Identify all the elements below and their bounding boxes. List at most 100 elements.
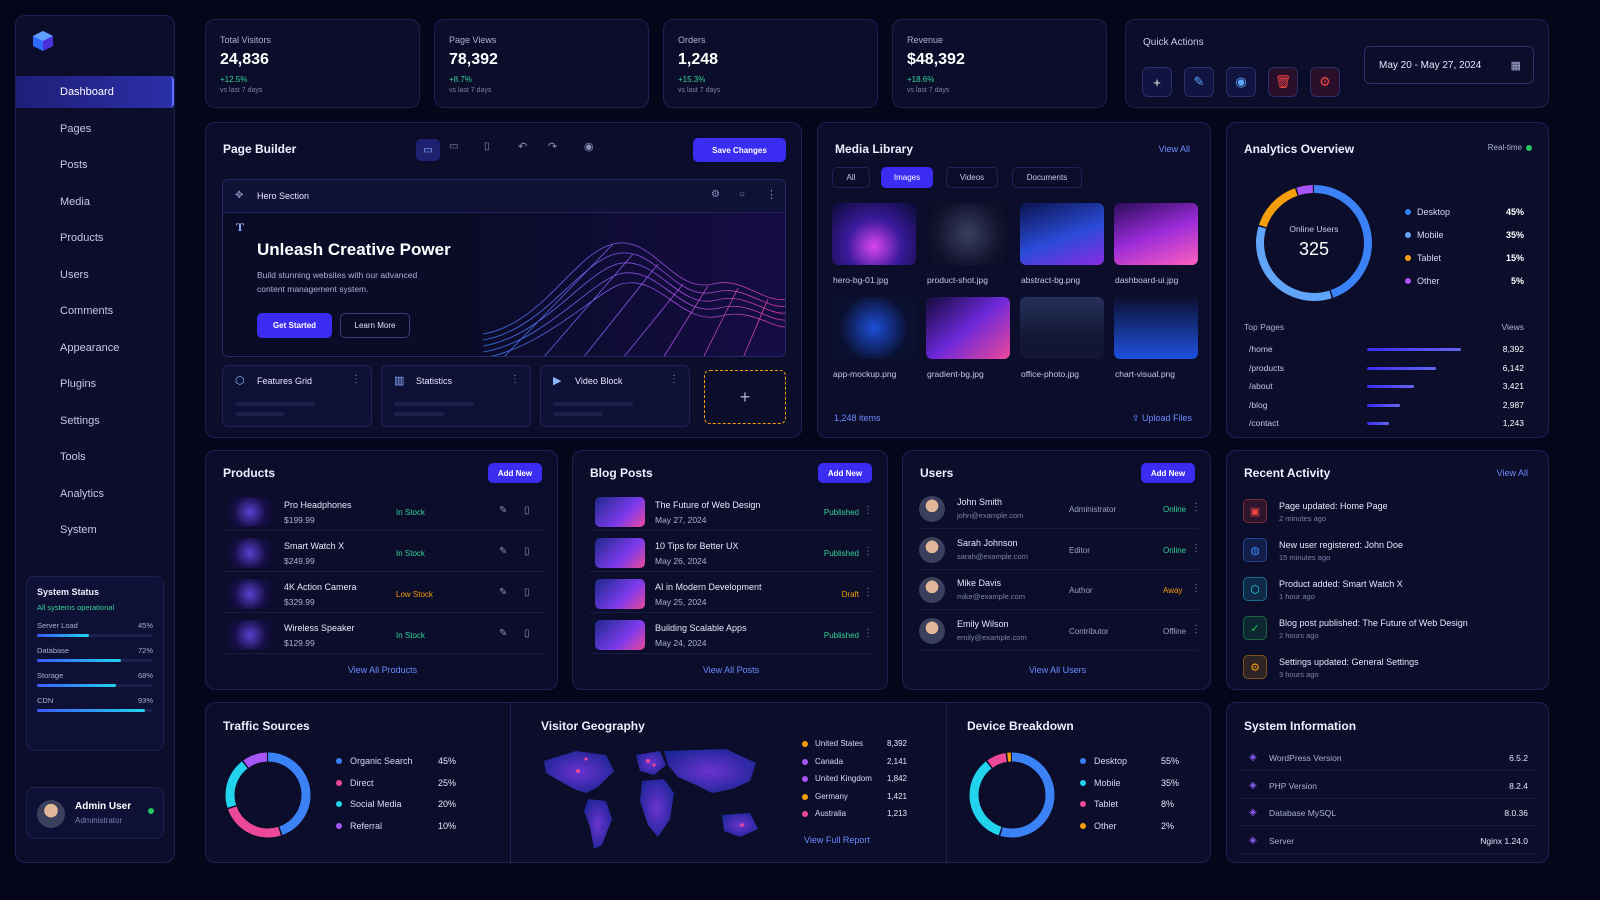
sidebar-item-appearance[interactable]: Appearance [16,332,174,364]
media-thumbnail-6[interactable] [926,297,1010,359]
more-icon[interactable]: ⋮ [1191,624,1201,635]
sidebar-item-users[interactable]: Users [16,259,174,291]
media-thumbnail-5[interactable] [832,297,916,359]
tablet-view-icon[interactable]: ▭ [449,141,458,152]
user-row[interactable]: Emily Wilson emily@example.com Contributor… [919,613,1201,651]
get-started-button[interactable]: Get Started [257,313,332,338]
view-full-report-link[interactable]: View Full Report [804,835,870,845]
user-row[interactable]: Sarah Johnson sarah@example.com Editor Onli… [919,532,1201,570]
user-row[interactable]: John Smith john@example.com Administrator O… [919,491,1201,529]
activity-text[interactable]: Settings updated: General Settings [1279,657,1419,667]
sidebar-item-settings[interactable]: Settings [16,405,174,437]
add-post-button[interactable]: Add New [818,463,872,483]
eye-icon[interactable]: ◉ [1226,67,1256,97]
sidebar-item-analytics[interactable]: Analytics [16,478,174,510]
product-row[interactable]: Pro Headphones $199.99 In Stock ✎ ▯ [222,493,543,531]
date-range-picker[interactable]: May 20 - May 27, 2024 ▦ [1364,46,1534,84]
block-more-icon[interactable]: ⋮ [669,374,679,385]
settings-icon[interactable]: ⚙ [1310,67,1340,97]
blog-post-row[interactable]: 10 Tips for Better UX May 26, 2024 Publish… [589,534,875,572]
product-row[interactable]: 4K Action Camera $329.99 Low Stock ✎ ▯ [222,575,543,613]
top-page-path[interactable]: /contact [1249,418,1279,428]
media-thumbnail-8[interactable] [1114,297,1198,359]
edit-icon[interactable]: ✎ [499,587,507,598]
media-thumbnail-7[interactable] [1020,297,1104,359]
sidebar-item-posts[interactable]: Posts [16,149,174,181]
top-page-path[interactable]: /about [1249,381,1273,391]
edit-icon[interactable]: ✎ [1184,67,1214,97]
block-features-grid[interactable]: ⬡ Features Grid ⋮ [222,365,372,427]
more-icon[interactable]: ⋮ [863,628,873,639]
block-more-icon[interactable]: ⋮ [510,374,520,385]
undo-icon[interactable]: ↶ [518,140,527,153]
sidebar-item-pages[interactable]: Pages [16,113,174,145]
delete-icon[interactable]: ▯ [524,546,530,557]
product-row[interactable]: Smart Watch X $249.99 In Stock ✎ ▯ [222,534,543,572]
block-more-icon[interactable]: ⋮ [766,188,777,201]
media-thumbnail-1[interactable] [832,203,916,265]
media-tab-images[interactable]: Images [881,167,933,188]
media-tab-videos[interactable]: Videos [946,167,998,188]
learn-more-button[interactable]: Learn More [340,313,410,338]
block-statistics[interactable]: ▥ Statistics ⋮ [381,365,531,427]
sidebar-item-system[interactable]: System [16,514,174,546]
current-user-card[interactable]: Admin User Administrator [26,787,164,839]
edit-icon[interactable]: ✎ [499,628,507,639]
upload-files-button[interactable]: ⇪ Upload Files [1132,413,1192,424]
trash-icon[interactable]: 🗑 [1268,67,1298,97]
more-icon[interactable]: ⋮ [863,587,873,598]
more-icon[interactable]: ⋮ [1191,543,1201,554]
block-video-block[interactable]: ▶ Video Block ⋮ [540,365,690,427]
add-icon[interactable]: + [1142,67,1172,97]
stat-card-page-views[interactable]: Page Views 78,392 +8.7% vs last 7 days [434,19,649,108]
top-page-path[interactable]: /products [1249,363,1284,373]
view-all-posts-link[interactable]: View All Posts [573,665,889,675]
sidebar-item-tools[interactable]: Tools [16,441,174,473]
text-tool-icon[interactable]: T [236,220,244,235]
blog-post-row[interactable]: Building Scalable Apps May 24, 2024 Publis… [589,616,875,654]
hero-section-block[interactable]: ✥ Hero Section ⚙ ○ ⋮ T Unleash Creative … [222,179,786,357]
sidebar-item-dashboard[interactable]: Dashboard [16,76,174,108]
stat-card-orders[interactable]: Orders 1,248 +15.3% vs last 7 days [663,19,878,108]
stat-card-total-visitors[interactable]: Total Visitors 24,836 +12.5% vs last 7 days [205,19,420,108]
media-thumbnail-4[interactable] [1114,203,1198,265]
user-row[interactable]: Mike Davis mike@example.com Author Away ⋮ [919,572,1201,610]
more-icon[interactable]: ⋮ [863,505,873,516]
add-block-button[interactable]: + [704,370,786,424]
product-row[interactable]: Wireless Speaker $129.99 In Stock ✎ ▯ [222,616,543,654]
sidebar-item-products[interactable]: Products [16,222,174,254]
block-more-icon[interactable]: ⋮ [351,374,361,385]
sidebar-item-plugins[interactable]: Plugins [16,368,174,400]
delete-icon[interactable]: ▯ [524,587,530,598]
top-page-path[interactable]: /blog [1249,400,1267,410]
more-icon[interactable]: ⋮ [863,546,873,557]
sidebar-item-comments[interactable]: Comments [16,295,174,327]
activity-text[interactable]: Product added: Smart Watch X [1279,579,1403,589]
more-icon[interactable]: ⋮ [1191,583,1201,594]
add-user-button[interactable]: Add New [1141,463,1195,483]
media-view-all-link[interactable]: View All [1159,144,1190,154]
save-changes-button[interactable]: Save Changes [693,138,786,162]
block-duplicate-icon[interactable]: ○ [739,189,745,200]
preview-icon[interactable]: ◉ [584,140,594,153]
media-tab-documents[interactable]: Documents [1012,167,1082,188]
redo-icon[interactable]: ↷ [548,140,557,153]
activity-text[interactable]: New user registered: John Doe [1279,540,1403,550]
media-thumbnail-3[interactable] [1020,203,1104,265]
view-all-products-link[interactable]: View All Products [206,665,559,675]
top-page-path[interactable]: /home [1249,344,1273,354]
stat-card-revenue[interactable]: Revenue $48,392 +18.6% vs last 7 days [892,19,1107,108]
blog-post-row[interactable]: The Future of Web Design May 27, 2024 Publ… [589,493,875,531]
media-thumbnail-2[interactable] [926,203,1010,265]
media-tab-all[interactable]: All [832,167,870,188]
edit-icon[interactable]: ✎ [499,505,507,516]
edit-icon[interactable]: ✎ [499,546,507,557]
more-icon[interactable]: ⋮ [1191,502,1201,513]
activity-text[interactable]: Page updated: Home Page [1279,501,1388,511]
block-settings-icon[interactable]: ⚙ [711,189,720,200]
activity-text[interactable]: Blog post published: The Future of Web D… [1279,618,1468,628]
activity-view-all-link[interactable]: View All [1497,468,1528,478]
sidebar-item-media[interactable]: Media [16,186,174,218]
delete-icon[interactable]: ▯ [524,628,530,639]
blog-post-row[interactable]: AI in Modern Development May 25, 2024 Draf… [589,575,875,613]
